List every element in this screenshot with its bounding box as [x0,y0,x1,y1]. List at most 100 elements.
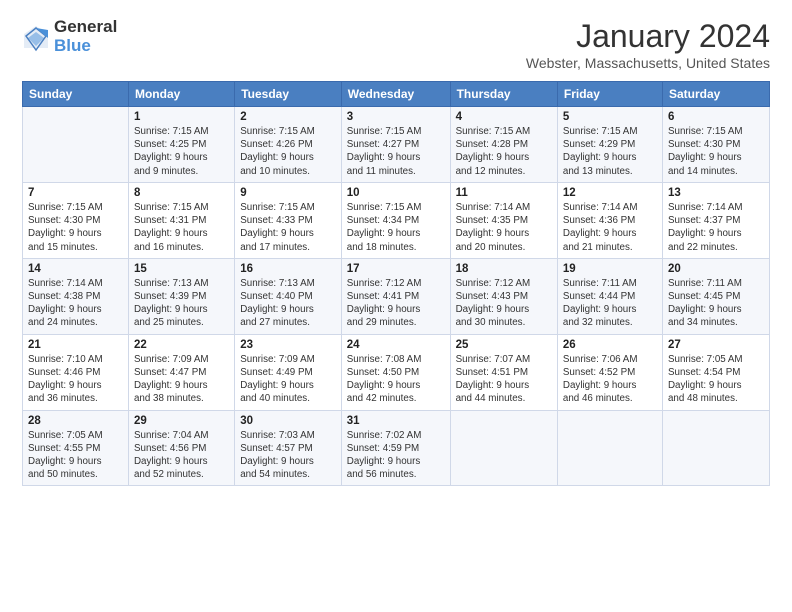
day-info: Sunrise: 7:15 AMSunset: 4:27 PMDaylight:… [347,125,445,178]
calendar-cell: 2 Sunrise: 7:15 AMSunset: 4:26 PMDaylight… [235,107,342,183]
calendar-cell: 10Sunrise: 7:15 AMSunset: 4:34 PMDayligh… [341,182,450,258]
day-number: 18 [456,263,552,275]
calendar-cell: 26 Sunrise: 7:06 AMSunset: 4:52 PMDayligh… [557,334,662,410]
week-row-3: 14 Sunrise: 7:14 AMSunset: 4:38 PMDayligh… [23,258,770,334]
day-info: Sunrise: 7:15 AMSunset: 4:25 PMDaylight:… [134,125,229,178]
day-info: Sunrise: 7:15 AMSunset: 4:33 PMDaylight:… [240,201,336,254]
day-info: Sunrise: 7:09 AMSunset: 4:49 PMDaylight:… [240,353,336,406]
logo-general-text: General [54,18,117,37]
calendar-cell: 27 Sunrise: 7:05 AMSunset: 4:54 PMDayligh… [662,334,769,410]
day-number: 12 [563,187,657,199]
day-number: 16 [240,263,336,275]
day-info: Sunrise: 7:13 AMSunset: 4:39 PMDaylight:… [134,277,229,330]
day-number: 4 [456,111,552,123]
day-info: Sunrise: 7:12 AMSunset: 4:41 PMDaylight:… [347,277,445,330]
day-info: Sunrise: 7:14 AMSunset: 4:38 PMDaylight:… [28,277,123,330]
calendar-cell: 11Sunrise: 7:14 AMSunset: 4:35 PMDayligh… [450,182,557,258]
day-number: 25 [456,339,552,351]
day-number: 21 [28,339,123,351]
calendar-cell: 25 Sunrise: 7:07 AMSunset: 4:51 PMDayligh… [450,334,557,410]
day-number: 28 [28,415,123,427]
logo-icon [22,24,50,52]
day-number: 24 [347,339,445,351]
calendar-cell: 9 Sunrise: 7:15 AMSunset: 4:33 PMDaylight… [235,182,342,258]
day-info: Sunrise: 7:11 AMSunset: 4:44 PMDaylight:… [563,277,657,330]
calendar-cell: 1 Sunrise: 7:15 AMSunset: 4:25 PMDaylight… [128,107,234,183]
day-number: 3 [347,111,445,123]
header-row: Sunday Monday Tuesday Wednesday Thursday… [23,82,770,107]
week-row-2: 7 Sunrise: 7:15 AMSunset: 4:30 PMDaylight… [23,182,770,258]
day-info: Sunrise: 7:15 AMSunset: 4:31 PMDaylight:… [134,201,229,254]
calendar-cell: 15 Sunrise: 7:13 AMSunset: 4:39 PMDayligh… [128,258,234,334]
day-number: 27 [668,339,764,351]
day-number: 19 [563,263,657,275]
day-info: Sunrise: 7:14 AMSunset: 4:36 PMDaylight:… [563,201,657,254]
col-tuesday: Tuesday [235,82,342,107]
calendar-cell: 14 Sunrise: 7:14 AMSunset: 4:38 PMDayligh… [23,258,129,334]
day-number: 30 [240,415,336,427]
day-number: 15 [134,263,229,275]
day-number: 23 [240,339,336,351]
day-info: Sunrise: 7:10 AMSunset: 4:46 PMDaylight:… [28,353,123,406]
week-row-1: 1 Sunrise: 7:15 AMSunset: 4:25 PMDaylight… [23,107,770,183]
day-number: 26 [563,339,657,351]
day-info: Sunrise: 7:15 AMSunset: 4:29 PMDaylight:… [563,125,657,178]
day-info: Sunrise: 7:02 AMSunset: 4:59 PMDaylight:… [347,429,445,482]
day-number: 5 [563,111,657,123]
day-info: Sunrise: 7:08 AMSunset: 4:50 PMDaylight:… [347,353,445,406]
calendar-cell: 13 Sunrise: 7:14 AMSunset: 4:37 PMDayligh… [662,182,769,258]
day-number: 17 [347,263,445,275]
calendar-cell: 3 Sunrise: 7:15 AMSunset: 4:27 PMDaylight… [341,107,450,183]
header: General Blue January 2024 Webster, Massa… [22,18,770,71]
day-info: Sunrise: 7:15 AMSunset: 4:26 PMDaylight:… [240,125,336,178]
calendar-cell: 7 Sunrise: 7:15 AMSunset: 4:30 PMDaylight… [23,182,129,258]
day-number: 9 [240,187,336,199]
day-number: 10 [347,187,445,199]
col-wednesday: Wednesday [341,82,450,107]
day-number: 2 [240,111,336,123]
day-info: Sunrise: 7:11 AMSunset: 4:45 PMDaylight:… [668,277,764,330]
day-number: 29 [134,415,229,427]
day-info: Sunrise: 7:05 AMSunset: 4:54 PMDaylight:… [668,353,764,406]
day-number: 31 [347,415,445,427]
logo-blue-text: Blue [54,37,117,56]
day-number: 11 [456,187,552,199]
calendar-cell [557,410,662,486]
calendar-cell: 16Sunrise: 7:13 AMSunset: 4:40 PMDayligh… [235,258,342,334]
day-number: 20 [668,263,764,275]
logo: General Blue [22,18,117,55]
calendar-cell: 4 Sunrise: 7:15 AMSunset: 4:28 PMDaylight… [450,107,557,183]
calendar-cell: 8Sunrise: 7:15 AMSunset: 4:31 PMDaylight… [128,182,234,258]
calendar-cell: 18Sunrise: 7:12 AMSunset: 4:43 PMDayligh… [450,258,557,334]
calendar-cell: 20 Sunrise: 7:11 AMSunset: 4:45 PMDayligh… [662,258,769,334]
calendar-cell: 30 Sunrise: 7:03 AMSunset: 4:57 PMDayligh… [235,410,342,486]
day-number: 7 [28,187,123,199]
calendar-cell: 12 Sunrise: 7:14 AMSunset: 4:36 PMDayligh… [557,182,662,258]
day-info: Sunrise: 7:09 AMSunset: 4:47 PMDaylight:… [134,353,229,406]
day-info: Sunrise: 7:15 AMSunset: 4:30 PMDaylight:… [668,125,764,178]
title-block: January 2024 Webster, Massachusetts, Uni… [526,18,770,71]
day-info: Sunrise: 7:15 AMSunset: 4:28 PMDaylight:… [456,125,552,178]
col-thursday: Thursday [450,82,557,107]
calendar-cell: 21 Sunrise: 7:10 AMSunset: 4:46 PMDayligh… [23,334,129,410]
week-row-5: 28Sunrise: 7:05 AMSunset: 4:55 PMDayligh… [23,410,770,486]
calendar-cell [450,410,557,486]
day-info: Sunrise: 7:07 AMSunset: 4:51 PMDaylight:… [456,353,552,406]
day-number: 14 [28,263,123,275]
day-info: Sunrise: 7:14 AMSunset: 4:37 PMDaylight:… [668,201,764,254]
day-info: Sunrise: 7:03 AMSunset: 4:57 PMDaylight:… [240,429,336,482]
calendar-cell: 24 Sunrise: 7:08 AMSunset: 4:50 PMDayligh… [341,334,450,410]
col-saturday: Saturday [662,82,769,107]
calendar-cell: 5 Sunrise: 7:15 AMSunset: 4:29 PMDaylight… [557,107,662,183]
month-year-title: January 2024 [526,18,770,55]
day-info: Sunrise: 7:15 AMSunset: 4:30 PMDaylight:… [28,201,123,254]
col-sunday: Sunday [23,82,129,107]
calendar-cell: 19 Sunrise: 7:11 AMSunset: 4:44 PMDayligh… [557,258,662,334]
day-number: 1 [134,111,229,123]
col-friday: Friday [557,82,662,107]
calendar-cell: 23 Sunrise: 7:09 AMSunset: 4:49 PMDayligh… [235,334,342,410]
day-info: Sunrise: 7:06 AMSunset: 4:52 PMDaylight:… [563,353,657,406]
logo-text: General Blue [54,18,117,55]
col-monday: Monday [128,82,234,107]
day-number: 13 [668,187,764,199]
